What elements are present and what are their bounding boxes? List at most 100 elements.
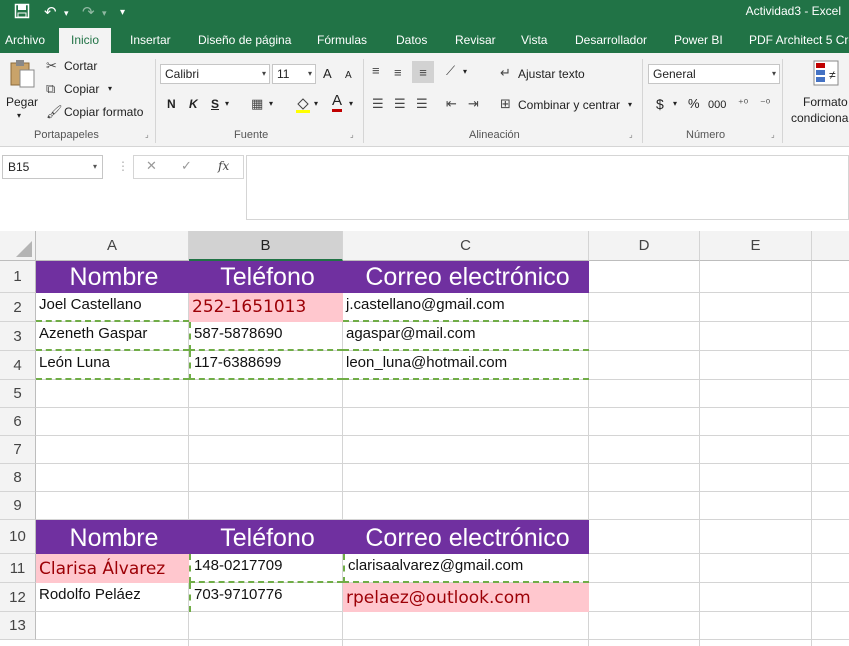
align-bottom-icon[interactable]: ≡ [412,61,434,83]
format-painter-icon[interactable]: 🖌 [46,104,63,120]
table1-header-nombre[interactable]: Nombre [36,261,189,293]
table1-cell-b2[interactable]: 252-1651013 [189,293,343,322]
merge-center-button[interactable]: Combinar y centrar [518,96,620,114]
tab-power-bi[interactable]: Power BI [674,31,723,53]
table2-cell-c12[interactable]: rpelaez@outlook.com [343,583,589,612]
tab-desarrollador[interactable]: Desarrollador [575,31,647,53]
copy-icon[interactable]: ⧉ [46,81,55,97]
wrap-text-icon[interactable]: ↵ [500,65,511,81]
tab-pdf-architect[interactable]: PDF Architect 5 Cre [749,31,849,53]
column-header-e[interactable]: E [700,231,812,261]
increase-indent-icon[interactable]: ⇥ [468,96,479,112]
orientation-icon[interactable]: ⟋ [446,63,455,79]
tab-inicio[interactable]: Inicio [59,28,112,53]
tab-vista[interactable]: Vista [521,31,547,53]
table2-cell-c11[interactable]: clarisaalvarez@gmail.com [343,554,589,583]
table1-cell-b3[interactable]: 587-5878690 [189,322,343,351]
align-left-icon[interactable]: ☰ [372,96,384,112]
select-all-button[interactable] [0,231,36,261]
insert-function-icon[interactable]: fx [218,159,229,173]
table2-cell-a12[interactable]: Rodolfo Peláez [36,583,189,612]
row-header-2[interactable]: 2 [0,293,36,322]
row-header-12[interactable]: 12 [0,583,36,612]
paste-icon[interactable] [8,59,36,93]
thousands-separator-button[interactable]: 000 [708,96,726,114]
wrap-text-button[interactable]: Ajustar texto [518,65,585,83]
table2-cell-b12[interactable]: 703-9710776 [189,583,343,612]
table1-cell-c2[interactable]: j.castellano@gmail.com [343,293,589,322]
borders-dropdown-icon[interactable]: ▾ [269,95,273,113]
table1-cell-a4[interactable]: León Luna [36,351,189,380]
row-header-6[interactable]: 6 [0,408,36,436]
fill-color-icon[interactable] [294,96,312,118]
tab-formulas[interactable]: Fórmulas [317,31,367,53]
table1-cell-a2[interactable]: Joel Castellano [36,293,189,322]
currency-format-button[interactable]: $ [656,95,664,113]
table2-cell-b11[interactable]: 148-0217709 [189,554,343,583]
row-header-3[interactable]: 3 [0,322,36,351]
percent-format-button[interactable]: % [688,95,700,113]
customize-toolbar-icon[interactable]: ▾ [120,3,125,23]
number-launcher-icon[interactable]: ⌟ [771,131,779,139]
increase-decimal-icon[interactable]: ⁺⁰ [738,96,748,112]
clipboard-launcher-icon[interactable]: ⌟ [145,131,153,139]
align-right-icon[interactable]: ☰ [416,96,428,112]
tab-revisar[interactable]: Revisar [455,31,496,53]
tab-diseno-de-pagina[interactable]: Diseño de página [198,31,291,53]
cancel-icon[interactable]: ✕ [146,158,157,174]
orientation-dropdown-icon[interactable]: ▾ [463,63,467,81]
row-header-10[interactable]: 10 [0,520,36,554]
decrease-indent-icon[interactable]: ⇤ [446,96,457,112]
undo-dropdown-icon[interactable]: ▾ [64,3,69,23]
paste-button[interactable]: Pegar [6,93,38,111]
font-color-button[interactable]: A [332,93,343,112]
table2-header-nombre[interactable]: Nombre [36,520,189,554]
row-header-8[interactable]: 8 [0,464,36,492]
grow-font-button[interactable]: A [323,65,332,83]
table1-cell-c4[interactable]: leon_luna@hotmail.com [343,351,589,380]
table2-header-telefono[interactable]: Teléfono [189,520,343,554]
table1-cell-a3[interactable]: Azeneth Gaspar [36,322,189,351]
format-painter-button[interactable]: Copiar formato [64,103,143,121]
italic-button[interactable]: K [189,95,198,113]
table1-header-telefono[interactable]: Teléfono [189,261,343,293]
font-launcher-icon[interactable]: ⌟ [350,131,358,139]
column-header-f[interactable] [812,231,849,261]
align-center-icon[interactable]: ☰ [394,96,406,112]
bold-button[interactable]: N [167,95,176,113]
currency-dropdown-icon[interactable]: ▾ [673,95,677,113]
undo-icon[interactable]: ↶ [44,3,57,23]
tab-insertar[interactable]: Insertar [130,31,171,53]
cut-button[interactable]: Cortar [64,57,97,75]
font-color-dropdown-icon[interactable]: ▾ [349,95,353,113]
alignment-launcher-icon[interactable]: ⌟ [629,131,637,139]
row-header-7[interactable]: 7 [0,436,36,464]
borders-icon[interactable]: ▦ [251,96,263,112]
underline-dropdown-icon[interactable]: ▾ [225,95,229,113]
merge-center-icon[interactable]: ⊞ [500,96,511,112]
font-size-select[interactable]: 11 ▾ [272,64,316,84]
paste-dropdown-icon[interactable]: ▾ [17,107,21,125]
row-header-1[interactable]: 1 [0,261,36,293]
column-header-a[interactable]: A [36,231,189,261]
copy-button[interactable]: Copiar [64,80,99,98]
column-header-c[interactable]: C [343,231,589,261]
row-header-4[interactable]: 4 [0,351,36,380]
row-header-5[interactable]: 5 [0,380,36,408]
conditional-formatting-icon[interactable]: ≠ [812,59,840,93]
scissors-icon[interactable]: ✂ [46,58,57,74]
worksheet-grid[interactable]: A B C D E 1 2 3 4 5 6 7 8 9 10 11 12 13 … [0,231,849,646]
table1-cell-c3[interactable]: agaspar@mail.com [343,322,589,351]
table2-header-correo[interactable]: Correo electrónico [343,520,589,554]
formula-input[interactable] [246,155,849,220]
font-family-select[interactable]: Calibri ▾ [160,64,270,84]
row-header-11[interactable]: 11 [0,554,36,583]
column-header-b[interactable]: B [189,231,343,261]
redo-icon[interactable]: ↷ [82,3,95,23]
merge-center-dropdown-icon[interactable]: ▾ [628,96,632,114]
underline-button[interactable]: S [211,95,219,113]
save-icon[interactable] [14,3,30,23]
align-top-icon[interactable]: ≡ [372,63,380,79]
table1-header-correo[interactable]: Correo electrónico [343,261,589,293]
tab-datos[interactable]: Datos [396,31,427,53]
